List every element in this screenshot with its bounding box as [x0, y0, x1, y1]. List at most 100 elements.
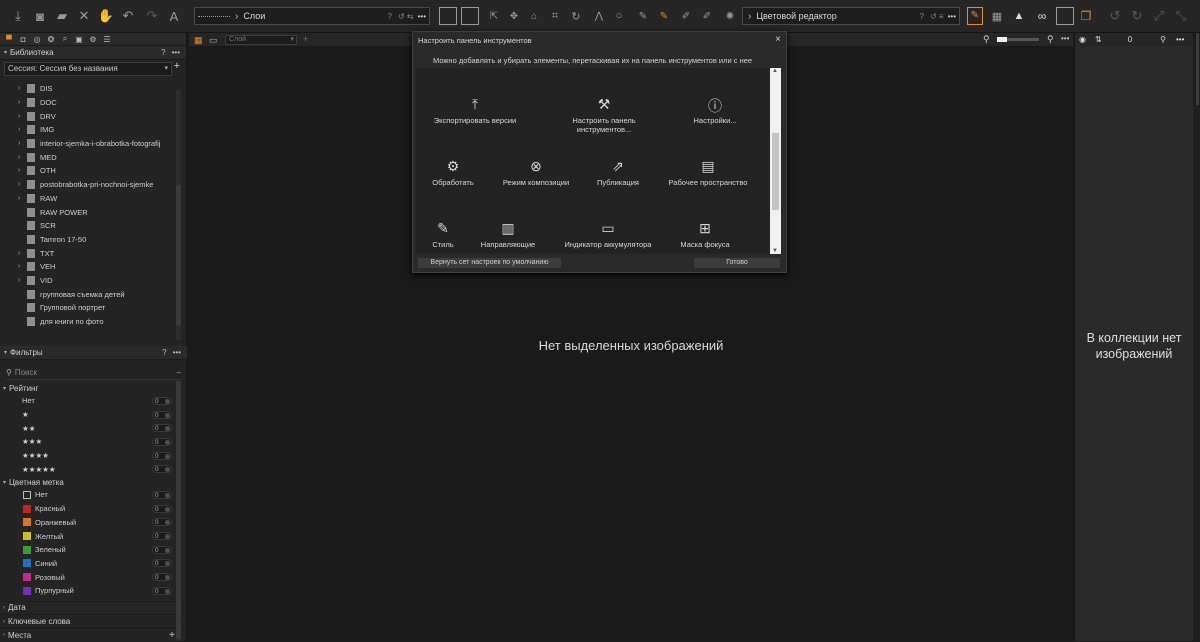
sun-icon[interactable]: ✺ — [724, 7, 736, 25]
rating-filter-row[interactable]: ★★★ 0 — [0, 435, 187, 449]
redo-icon[interactable]: ↷ — [144, 7, 160, 25]
color-editor-toolset[interactable]: › Цветовой редактор ? ↺ ≡ ••• — [742, 7, 960, 25]
collapsed-filter-section[interactable]: › Места + — [0, 628, 187, 642]
expand-arrow-icon[interactable]: › — [18, 167, 27, 174]
expand-arrow-icon[interactable]: › — [18, 263, 27, 270]
loupe-icon[interactable]: ⌂ — [527, 7, 541, 25]
output-tab-icon[interactable]: ⚙ — [87, 35, 99, 44]
rating-filter-row[interactable]: Нет 0 — [0, 394, 187, 408]
rating-section[interactable]: ▾ Рейтинг — [0, 382, 187, 394]
expand-arrow-icon[interactable]: › — [18, 181, 27, 188]
filters-scrollbar[interactable] — [176, 381, 181, 641]
edge-scrollbar[interactable] — [1196, 33, 1199, 105]
undo-icon[interactable]: ↶ — [120, 7, 136, 25]
rotate-left-icon[interactable]: ↺ — [1108, 7, 1122, 25]
expand-arrow-icon[interactable]: › — [18, 154, 27, 161]
folder-item[interactable]: › RAW — [0, 192, 186, 206]
collapsed-filter-section[interactable]: › Дата — [0, 600, 187, 615]
more-icon[interactable]: ••• — [948, 12, 959, 21]
color-filter-row[interactable]: Желтый 0 — [0, 529, 187, 543]
color-filter-row[interactable]: Оранжевый 0 — [0, 516, 187, 530]
folder-item[interactable]: › postobrabotka-pri-nochnoi-sjemke — [0, 178, 186, 192]
toolbar-item[interactable]: ⊞ Маска фокуса — [650, 220, 760, 249]
folder-item[interactable]: › VEH — [0, 260, 186, 274]
session-dropdown[interactable]: Сессия: Сессия без названия ▾ — [4, 62, 172, 76]
color-filter-row[interactable]: Синий 0 — [0, 557, 187, 571]
stack-icon[interactable]: ❐ — [1078, 7, 1094, 25]
brush-tool-icon[interactable]: ✎ — [636, 7, 650, 25]
reset-defaults-button[interactable]: Вернуть сет настроек по умолчанию — [418, 258, 561, 268]
folder-item[interactable]: › MED — [0, 150, 186, 164]
folder-item[interactable]: › TXT — [0, 246, 186, 260]
dialog-scrollbar[interactable]: ▲ ▼ — [770, 68, 781, 254]
expand-arrow-icon[interactable]: › — [18, 140, 27, 147]
color-filter-row[interactable]: Зеленый 0 — [0, 543, 187, 557]
filters-help[interactable]: ? — [162, 348, 166, 357]
toolbar-item[interactable]: ⤒ Экспортировать версии — [420, 96, 530, 125]
rotate-right-icon[interactable]: ↻ — [1130, 7, 1144, 25]
layers-help[interactable]: ? — [388, 12, 398, 21]
folder-item[interactable]: групповая съемка детей — [0, 287, 186, 301]
capture-tab-icon[interactable]: ◘ — [17, 35, 29, 44]
scroll-up-icon[interactable]: ▲ — [772, 68, 778, 74]
library-menu-icon[interactable]: ••• — [172, 48, 180, 57]
toolbar-item[interactable]: ⚒ Настроить панель инструментов... — [549, 96, 659, 134]
rating-filter-row[interactable]: ★ 0 — [0, 408, 187, 422]
more-icon[interactable]: ••• — [418, 12, 429, 21]
folder-item[interactable]: › interior-sjemka-i-obrabotka-fotografij — [0, 137, 186, 151]
sort-icon[interactable]: ⇅ — [1095, 35, 1102, 44]
clear-icon[interactable]: – — [177, 368, 181, 377]
grid-view-icon[interactable]: ▦ — [194, 35, 203, 46]
cursor-icon[interactable]: ⇱ — [487, 7, 501, 25]
folder-item[interactable]: › DIS — [0, 82, 186, 96]
layer-select[interactable]: Слой ▾ — [225, 35, 297, 45]
zoom-icon[interactable]: ⚲ — [983, 34, 990, 45]
delete-icon[interactable]: ✕ — [76, 7, 92, 25]
batch-tab-icon[interactable]: ☰ — [101, 35, 113, 44]
folder-item[interactable]: › IMG — [0, 123, 186, 137]
spot-icon[interactable]: ○ — [612, 7, 626, 25]
glasses-icon[interactable]: ∞ — [1032, 7, 1052, 25]
filters-menu-icon[interactable]: ••• — [173, 348, 181, 357]
rating-filter-row[interactable]: ★★★★ 0 — [0, 449, 187, 463]
add-place-button[interactable]: + — [169, 630, 175, 641]
filter-search[interactable]: ⚲ Поиск – — [6, 366, 181, 380]
text-icon[interactable]: A — [166, 7, 182, 25]
square-tool-2[interactable] — [461, 7, 479, 25]
expand-arrow-icon[interactable]: › — [18, 85, 27, 92]
expand-arrow-icon[interactable]: › — [18, 99, 27, 106]
expand-arrow-icon[interactable]: › — [18, 195, 27, 202]
rating-filter-row[interactable]: ★★ 0 — [0, 421, 187, 435]
color-section[interactable]: ▾ Цветная метка — [0, 476, 187, 488]
color-filter-row[interactable]: Нет 0 — [0, 488, 187, 502]
search-icon[interactable]: ⚲ — [1160, 35, 1166, 44]
layers-toolset[interactable]: › Слои ? ↺ ⇆ ••• — [194, 7, 430, 25]
collapsed-filter-section[interactable]: › Ключевые слова — [0, 614, 187, 628]
edit-icon[interactable]: ✎ — [967, 7, 983, 25]
toolbar-item[interactable]: ▤ Рабочее пространство — [653, 158, 763, 187]
done-button[interactable]: Готово — [694, 258, 780, 268]
color-editor-help[interactable]: ? — [920, 12, 930, 21]
toolbar-item[interactable]: ▭ Индикатор аккумулятора — [553, 220, 663, 249]
color-filter-row[interactable]: Пурпурный 0 — [0, 584, 187, 598]
compare-icon[interactable]: ⤡ — [1174, 7, 1188, 25]
color-filter-row[interactable]: Красный 0 — [0, 502, 187, 516]
library-header[interactable]: ▾ Библиотека ? ••• — [0, 46, 186, 60]
folder-icon[interactable]: ▰ — [54, 7, 70, 25]
adjust-tab-icon[interactable]: ▣ — [73, 35, 85, 44]
warning-icon[interactable]: ▲ — [1012, 7, 1026, 25]
folder-item[interactable]: › VID — [0, 274, 186, 288]
folder-item[interactable]: › OTH — [0, 164, 186, 178]
toolbar-item[interactable]: ⓘ Настройки... — [660, 96, 770, 125]
folder-item[interactable]: › DOC — [0, 96, 186, 110]
import-icon[interactable]: ⤓ — [10, 7, 26, 25]
zoom-slider[interactable] — [997, 37, 1039, 42]
library-scrollbar[interactable] — [176, 90, 181, 340]
add-collection-button[interactable]: + — [174, 60, 180, 72]
expand-arrow-icon[interactable]: › — [18, 113, 27, 120]
rotate-icon[interactable]: ↻ — [569, 7, 583, 25]
scroll-down-icon[interactable]: ▼ — [772, 248, 778, 254]
scrollbar-thumb[interactable] — [772, 133, 779, 210]
expand-arrow-icon[interactable]: › — [18, 250, 27, 257]
expand-arrow-icon[interactable]: › — [18, 126, 27, 133]
